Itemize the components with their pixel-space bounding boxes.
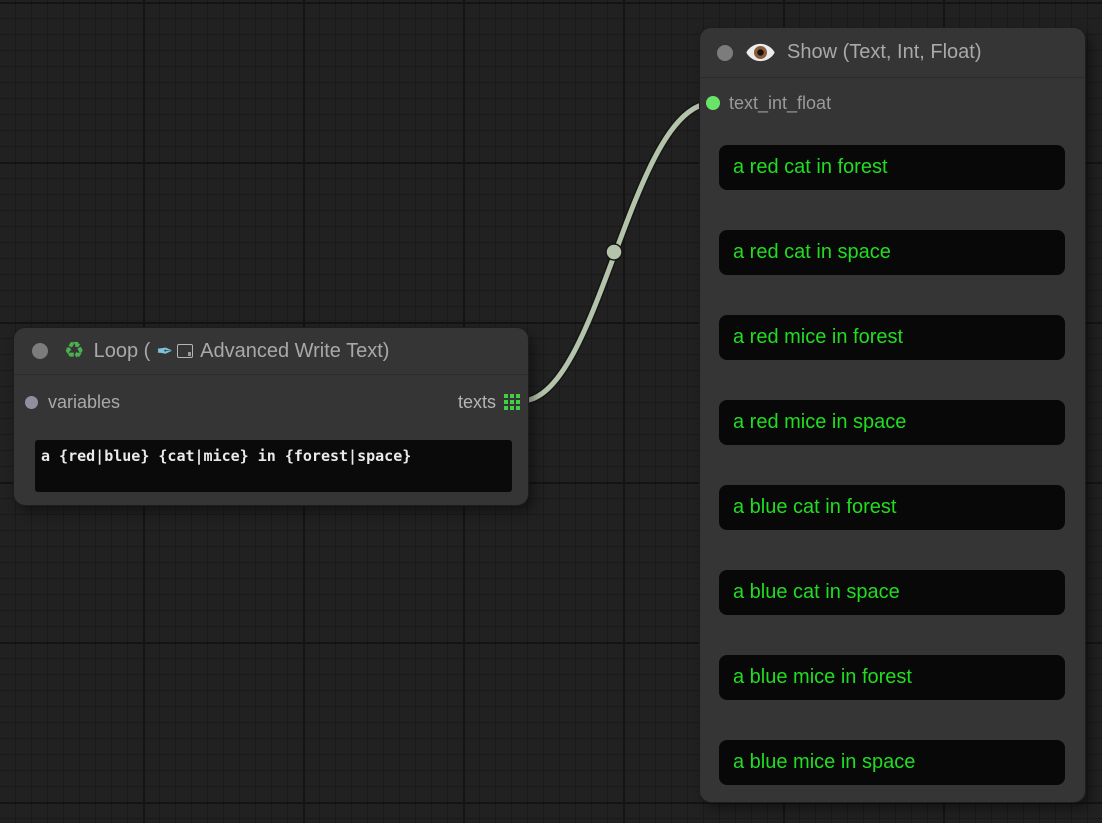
show-node-header[interactable]: Show (Text, Int, Float)	[700, 28, 1085, 78]
output-text-row: a red mice in forest	[719, 315, 1065, 360]
variables-port-label: variables	[48, 392, 120, 413]
textbox-icon	[177, 344, 193, 358]
list-grid-icon[interactable]	[504, 394, 520, 410]
text-int-float-port-label: text_int_float	[729, 93, 831, 114]
recycle-icon: ♻	[64, 338, 85, 364]
collapse-dot[interactable]	[717, 45, 733, 61]
text-int-float-input-port[interactable]: text_int_float	[700, 90, 1085, 116]
text-pattern-input[interactable]: a {red|blue} {cat|mice} in {forest|space…	[35, 440, 512, 492]
collapse-dot[interactable]	[32, 343, 48, 359]
show-node-title: Show (Text, Int, Float)	[787, 41, 982, 64]
texts-port-label: texts	[458, 392, 496, 413]
output-text-row: a blue cat in forest	[719, 485, 1065, 530]
output-text-row: a red cat in forest	[719, 145, 1065, 190]
show-text-int-float-node[interactable]: Show (Text, Int, Float) text_int_float a…	[700, 28, 1085, 802]
output-text-row: a blue cat in space	[719, 570, 1065, 615]
show-output-list: a red cat in forest a red cat in space a…	[719, 145, 1065, 785]
output-text-row: a red mice in space	[719, 400, 1065, 445]
texts-output-port[interactable]: texts	[458, 392, 520, 413]
loop-node-title-prefix: Loop (	[94, 340, 151, 363]
variables-port-dot[interactable]	[25, 396, 38, 409]
eye-icon	[746, 43, 775, 62]
text-int-float-port-dot[interactable]	[706, 96, 720, 110]
output-text-row: a red cat in space	[719, 230, 1065, 275]
output-text-row: a blue mice in forest	[719, 655, 1065, 700]
loop-node-title-suffix: Advanced Write Text)	[200, 340, 389, 363]
pen-icon: ✒	[156, 339, 173, 363]
output-text-row: a blue mice in space	[719, 740, 1065, 785]
loop-node-header[interactable]: ♻ Loop ( ✒ Advanced Write Text)	[14, 328, 528, 375]
loop-advanced-write-text-node[interactable]: ♻ Loop ( ✒ Advanced Write Text) variable…	[14, 328, 528, 505]
loop-io-row: variables texts	[14, 389, 528, 415]
variables-input-port[interactable]: variables	[25, 392, 120, 413]
